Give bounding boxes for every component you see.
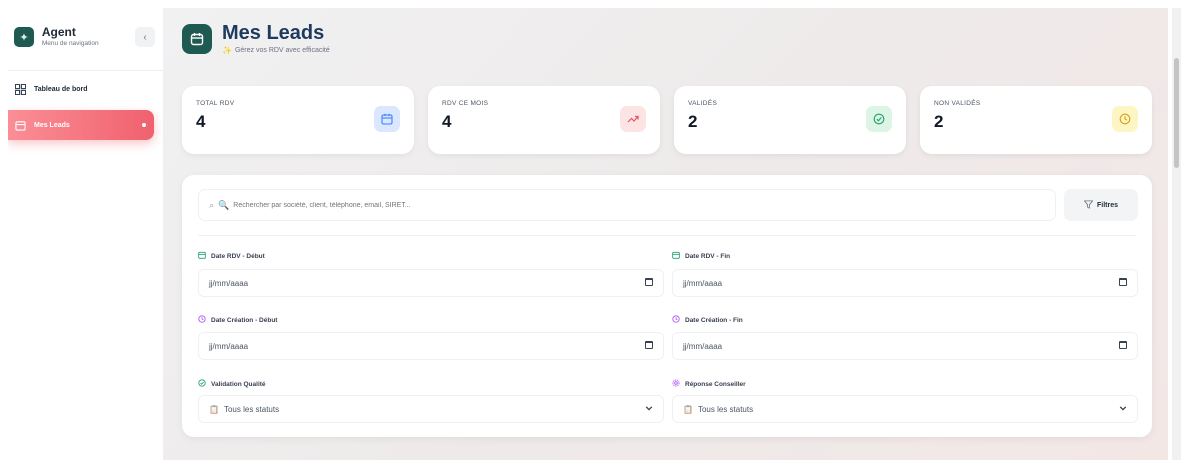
date-placeholder: jj/mm/aaaa — [209, 278, 249, 288]
stat-value: 2 — [934, 112, 944, 131]
sidebar-item-label: Mes Leads — [34, 121, 70, 129]
filters-button[interactable]: Filtres — [1064, 189, 1138, 221]
stat-card-non-valides: NON VALIDÉS 2 — [920, 86, 1152, 154]
date-placeholder: jj/mm/aaaa — [683, 341, 723, 351]
search-input[interactable] — [233, 201, 934, 209]
check-circle-icon — [198, 379, 206, 389]
reponse-conseiller-select[interactable]: 📋 Tous les statuts — [672, 395, 1138, 423]
active-indicator-dot — [142, 123, 146, 127]
validation-qualite-label: Validation Qualité — [198, 379, 266, 389]
date-creation-end-input[interactable]: jj/mm/aaaa — [672, 332, 1138, 360]
app-window: ✦ Agent Menu de navigation ‹ Tableau de … — [8, 8, 1168, 460]
calendar-icon — [14, 119, 26, 131]
sidebar-divider — [8, 70, 163, 71]
date-rdv-end-input[interactable]: jj/mm/aaaa — [672, 269, 1138, 297]
chevron-left-icon: ‹ — [143, 31, 147, 43]
brand-title: Agent — [41, 25, 76, 39]
stat-value: 4 — [442, 112, 452, 131]
sparkle-icon: ✨ — [222, 46, 232, 55]
collapse-sidebar-button[interactable]: ‹ — [135, 27, 156, 47]
brand-logo-icon: ✦ — [14, 27, 34, 47]
filters-panel: ⌕ 🔍 Filtres Date RDV - Début jj/mm/aaaa — [182, 175, 1152, 437]
calendar-picker-icon[interactable] — [1119, 341, 1127, 349]
stat-label: VALIDÉS — [688, 100, 718, 107]
filters-button-label: Filtres — [1096, 201, 1118, 209]
page-scrollbar[interactable] — [1172, 8, 1181, 460]
grid-icon — [14, 83, 26, 95]
stat-value: 4 — [196, 112, 206, 131]
clock-icon — [198, 315, 206, 325]
date-placeholder: jj/mm/aaaa — [209, 341, 249, 351]
date-creation-start-input[interactable]: jj/mm/aaaa — [198, 332, 664, 360]
reponse-conseiller-label: Réponse Conseiller — [672, 379, 746, 389]
clipboard-icon: 📋 — [209, 404, 219, 414]
gear-icon — [672, 379, 680, 389]
stat-label: NON VALIDÉS — [934, 100, 981, 107]
select-value: Tous les statuts — [697, 404, 754, 414]
sidebar: ✦ Agent Menu de navigation ‹ Tableau de … — [8, 8, 164, 460]
stat-card-total-rdv: TOTAL RDV 4 — [182, 86, 414, 154]
filters-divider — [198, 235, 1136, 236]
trending-up-icon — [620, 106, 646, 132]
sidebar-item-label: Tableau de bord — [34, 85, 88, 93]
stat-label: TOTAL RDV — [196, 100, 235, 107]
calendar-icon — [672, 251, 680, 261]
chevron-down-icon — [1119, 404, 1127, 414]
stat-card-valides: VALIDÉS 2 — [674, 86, 906, 154]
calendar-icon — [182, 23, 212, 54]
clock-icon — [672, 315, 680, 325]
calendar-icon — [374, 106, 400, 132]
date-placeholder: jj/mm/aaaa — [683, 278, 723, 288]
calendar-picker-icon[interactable] — [645, 278, 653, 286]
stats-row: TOTAL RDV 4 RDV CE MOIS 4 VALIDÉS 2 NON … — [182, 86, 1152, 154]
stat-card-rdv-ce-mois: RDV CE MOIS 4 — [428, 86, 660, 154]
sidebar-item-mes-leads[interactable]: Mes Leads — [8, 110, 154, 140]
calendar-picker-icon[interactable] — [1119, 278, 1127, 286]
chevron-down-icon — [645, 404, 653, 414]
check-circle-icon — [866, 106, 892, 132]
search-box[interactable]: ⌕ 🔍 — [198, 189, 1056, 221]
scrollbar-thumb[interactable] — [1174, 58, 1179, 168]
sidebar-brand: ✦ Agent Menu de navigation ‹ — [8, 8, 163, 58]
date-rdv-end-label: Date RDV - Fin — [672, 251, 730, 261]
main-content: Mes Leads ✨ Gérez vos RDV avec efficacit… — [164, 8, 1168, 460]
sidebar-item-dashboard[interactable]: Tableau de bord — [8, 74, 154, 104]
stat-value: 2 — [688, 112, 698, 131]
date-creation-end-label: Date Création - Fin — [672, 315, 743, 325]
search-icon: ⌕ — [209, 199, 215, 210]
select-value: Tous les statuts — [223, 404, 280, 414]
brand-subtitle: Menu de navigation — [41, 40, 99, 47]
stat-label: RDV CE MOIS — [442, 100, 489, 107]
magnifier-emoji-icon: 🔍 — [218, 199, 230, 210]
calendar-icon — [198, 251, 206, 261]
page-header: Mes Leads ✨ Gérez vos RDV avec efficacit… — [182, 22, 330, 55]
page-subtitle: Gérez vos RDV avec efficacité — [234, 47, 330, 54]
date-rdv-start-input[interactable]: jj/mm/aaaa — [198, 269, 664, 297]
calendar-picker-icon[interactable] — [645, 341, 653, 349]
clipboard-icon: 📋 — [683, 404, 693, 414]
page-title: Mes Leads — [222, 22, 325, 44]
date-creation-start-label: Date Création - Début — [198, 315, 277, 325]
clock-icon — [1112, 106, 1138, 132]
date-rdv-start-label: Date RDV - Début — [198, 251, 265, 261]
validation-qualite-select[interactable]: 📋 Tous les statuts — [198, 395, 664, 423]
funnel-icon — [1083, 199, 1094, 211]
